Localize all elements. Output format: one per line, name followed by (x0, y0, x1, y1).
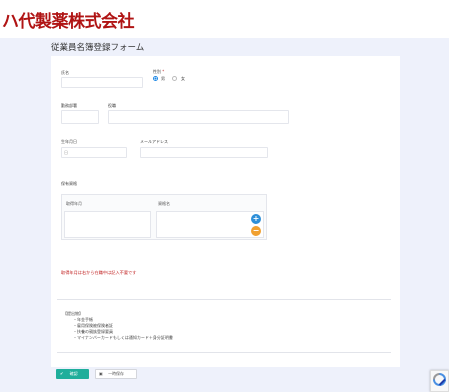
confirm-button-label: 確認 (69, 371, 78, 376)
add-row-button[interactable]: + (251, 214, 261, 224)
gender-male-radio[interactable] (153, 76, 158, 81)
position-label: 役職 (108, 103, 116, 108)
divider-top (57, 299, 391, 300)
recaptcha-icon (433, 373, 446, 386)
gender-label: 性別 * (153, 69, 164, 75)
page-title: 従業員名簿登録フォーム (51, 43, 145, 53)
gender-female-label: 女 (181, 76, 185, 81)
qualification-name-input[interactable] (156, 211, 264, 238)
save-icon: ▣ (99, 371, 103, 376)
column-qualification-name: 資格名 (158, 201, 170, 206)
qualifications-label: 保有資格 (61, 181, 77, 186)
gender-male-label: 男 (161, 76, 165, 81)
document-item: マイナンバーカードもしくは通知カード＋身分証明書 (73, 335, 173, 341)
qualifications-table: 取得年月 資格名 (61, 194, 267, 240)
birthdate-label: 生年月日 (61, 139, 77, 144)
gender-female-radio[interactable] (172, 76, 177, 81)
documents-list: 年金手帳 雇用保険被保険者証 扶養の親族登録要員 マイナンバーカードもしくは通知… (63, 317, 173, 341)
divider-bottom (57, 352, 391, 353)
birthdate-input[interactable]: 日 (61, 147, 127, 158)
documents-section: 【提出物】 年金手帳 雇用保険被保険者証 扶養の親族登録要員 マイナンバーカード… (63, 311, 173, 341)
name-label: 氏名 (61, 70, 69, 75)
gender-label-text: 性別 (153, 69, 161, 74)
remove-row-button[interactable]: − (251, 226, 261, 236)
column-acquired-date: 取得年月 (66, 201, 82, 206)
required-mark: * (162, 69, 165, 74)
warning-text: 取得年月は右から在職中は記入不要です (61, 270, 137, 275)
site-header: ハ代製薬株式会社 (0, 0, 449, 38)
save-draft-button[interactable]: ▣ 一時保存 (95, 369, 137, 379)
email-label: メールアドレス (140, 139, 168, 144)
form-card: 氏名 性別 * 男 女 勤務部署 役職 生年月日 日 メールアドレス 保有資格 … (51, 56, 400, 367)
confirm-button[interactable]: ✔ 確認 (56, 369, 89, 379)
acquired-date-input[interactable] (64, 211, 151, 238)
company-logo[interactable]: ハ代製薬株式会社 (2, 7, 135, 32)
name-input[interactable] (61, 77, 143, 88)
check-icon: ✔ (60, 371, 64, 376)
department-input[interactable] (61, 110, 99, 124)
recaptcha-badge[interactable] (430, 370, 449, 392)
save-draft-label: 一時保存 (108, 371, 125, 376)
department-label: 勤務部署 (61, 103, 77, 108)
email-input[interactable] (140, 147, 268, 158)
position-input[interactable] (108, 110, 289, 124)
